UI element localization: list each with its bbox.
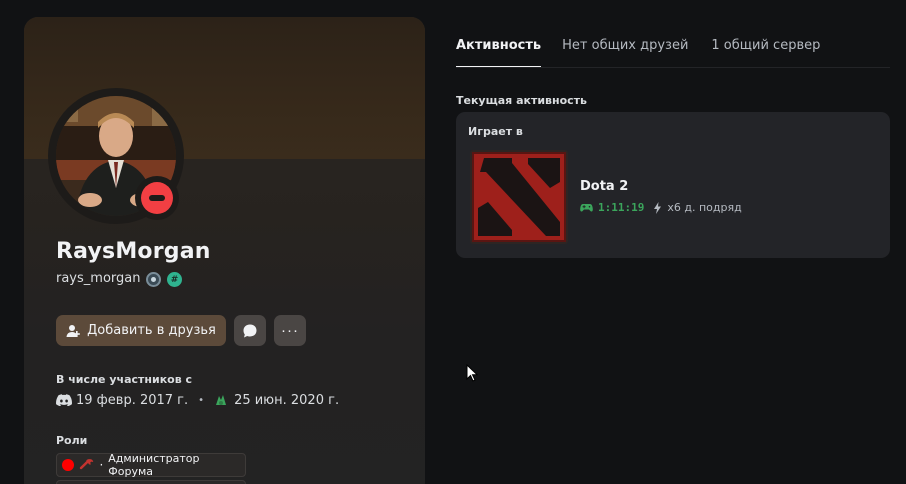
- discord-logo-icon: [56, 394, 72, 406]
- playing-label: Играет в: [468, 125, 523, 138]
- tab-mutual-servers[interactable]: 1 общий сервер: [711, 38, 820, 68]
- more-options-button[interactable]: ···: [274, 315, 306, 346]
- server-join-date: 25 июн. 2020 г.: [234, 392, 340, 408]
- game-meta: 1:11:19 x6 д. подряд: [580, 201, 742, 214]
- mouse-cursor-icon: [466, 364, 478, 382]
- tab-activity[interactable]: Активность: [456, 38, 542, 68]
- member-since-row: 19 февр. 2017 г. • 25 июн. 2020 г.: [56, 391, 339, 409]
- message-button[interactable]: [234, 315, 266, 346]
- user-profile-view: RaysMorgan rays_morgan # Добавить в друз…: [0, 0, 906, 484]
- chat-bubble-icon: [243, 324, 257, 337]
- add-friend-label: Добавить в друзья: [87, 323, 216, 338]
- more-dots-icon: ···: [281, 322, 299, 339]
- wrench-icon: [79, 459, 93, 470]
- display-name: RaysMorgan: [56, 239, 211, 264]
- dota-2-game-icon[interactable]: [470, 150, 568, 244]
- game-name: Dota 2: [580, 179, 629, 194]
- role-chip-admin[interactable]: · Администратор Форума: [56, 452, 246, 478]
- role-name: Администратор Форума: [108, 452, 200, 478]
- hash-badge-icon[interactable]: #: [167, 272, 182, 287]
- activity-card[interactable]: Играет в Dota 2 1:11:19 x6 д. подряд: [456, 112, 890, 258]
- role-color-dot[interactable]: [62, 459, 74, 471]
- add-friend-button[interactable]: Добавить в друзья: [56, 315, 226, 346]
- tabs-divider: [456, 67, 890, 68]
- hypesquad-badge-icon[interactable]: [146, 272, 161, 287]
- elapsed-time: 1:11:19: [598, 201, 645, 214]
- profile-tabs: Активность Нет общих друзей 1 общий серв…: [456, 38, 843, 68]
- member-since-title: В числе участников с: [56, 373, 193, 386]
- date-separator: •: [198, 394, 205, 406]
- current-activity-title: Текущая активность: [456, 94, 588, 107]
- role-chip-partial[interactable]: [56, 480, 246, 484]
- streak-text: x6 д. подряд: [667, 201, 742, 214]
- roles-title: Роли: [56, 434, 88, 447]
- discord-join-date: 19 февр. 2017 г.: [76, 392, 189, 408]
- username: rays_morgan: [56, 271, 141, 286]
- server-icon: [216, 395, 227, 405]
- add-user-icon: [66, 324, 80, 337]
- lightning-icon: [654, 201, 662, 214]
- role-prefix: ·: [99, 458, 104, 472]
- profile-panel: RaysMorgan rays_morgan # Добавить в друз…: [24, 17, 425, 484]
- tab-mutual-friends[interactable]: Нет общих друзей: [562, 38, 688, 68]
- do-not-disturb-status-icon: [141, 182, 173, 214]
- gamepad-icon: [580, 203, 593, 212]
